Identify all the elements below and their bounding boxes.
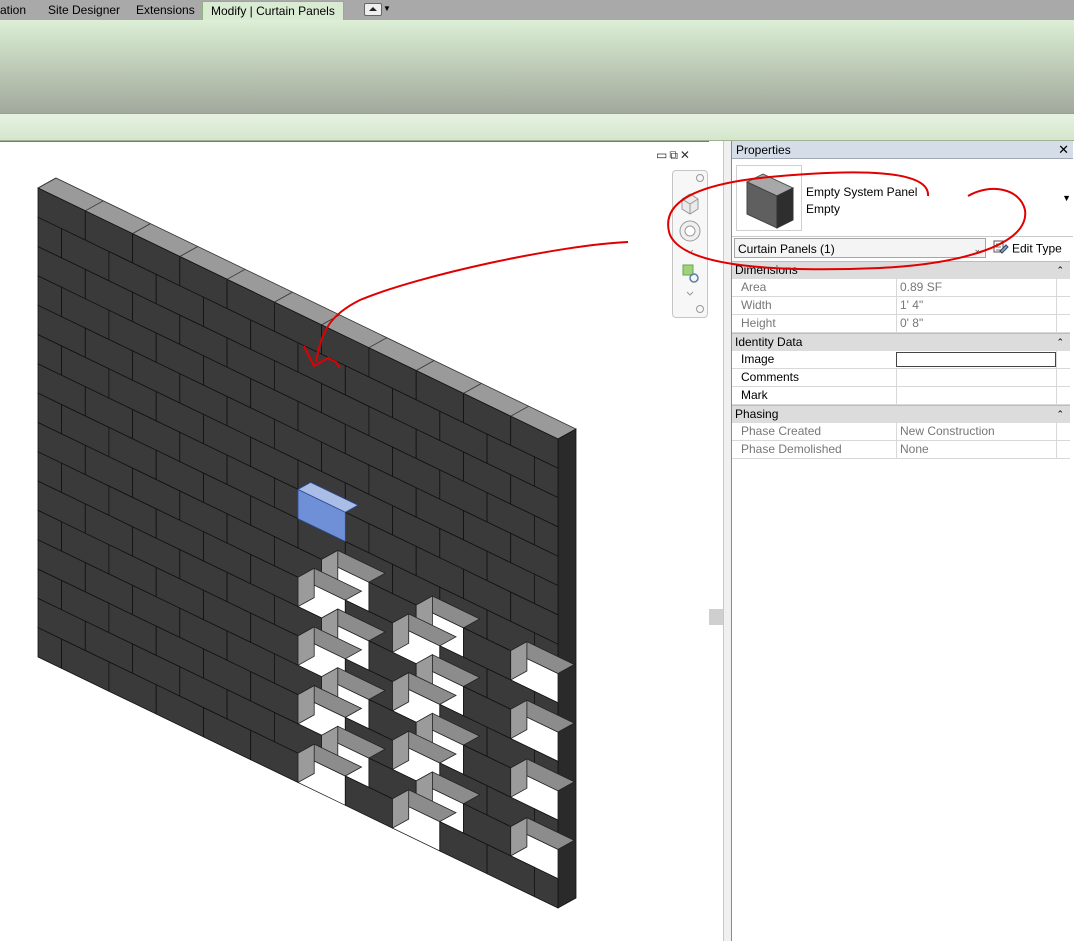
- phase-created-value[interactable]: New Construction: [896, 423, 1056, 440]
- collapse-icon[interactable]: ⌃: [1056, 406, 1064, 423]
- edit-type-button[interactable]: Edit Type: [993, 239, 1062, 257]
- minimize-icon[interactable]: ▭: [656, 148, 669, 162]
- property-row: Width 1' 4": [732, 297, 1070, 315]
- type-subname: Empty: [806, 202, 841, 216]
- steering-wheel-icon: [679, 220, 701, 242]
- ribbon-minimize-icon[interactable]: [364, 3, 382, 16]
- view-window-controls: ▭⧉✕: [656, 148, 692, 163]
- group-label: Dimensions: [735, 263, 798, 277]
- property-label: Width: [741, 298, 772, 312]
- tab-modify-curtain-panels[interactable]: Modify | Curtain Panels: [202, 1, 344, 21]
- options-bar: [0, 114, 1074, 141]
- group-phasing[interactable]: Phasing ⌃: [732, 405, 1070, 423]
- tab-annotation[interactable]: ation: [0, 0, 26, 20]
- edit-type-icon: [993, 239, 1009, 260]
- viewcube-icon: [681, 193, 699, 215]
- ribbon-tab-bar: ation Site Designer Extensions Modify | …: [0, 0, 1074, 21]
- properties-title: Properties ✕: [732, 141, 1073, 159]
- property-row: Image: [732, 351, 1070, 369]
- group-identity-data[interactable]: Identity Data ⌃: [732, 333, 1070, 351]
- 3d-view-canvas[interactable]: [0, 141, 709, 942]
- property-label: Phase Demolished: [741, 442, 842, 456]
- property-label: Comments: [741, 370, 800, 384]
- property-row: Phase Created New Construction: [732, 423, 1070, 441]
- navigation-bar: [672, 170, 708, 318]
- type-name: Empty System Panel: [806, 185, 918, 199]
- property-row: Phase Demolished None: [732, 441, 1070, 459]
- property-label: Height: [741, 316, 776, 330]
- curtain-wall-3d-model[interactable]: [0, 142, 709, 942]
- property-row: Mark: [732, 387, 1070, 405]
- ribbon-panel: [0, 20, 1074, 114]
- close-icon[interactable]: ✕: [680, 148, 692, 162]
- property-label: Area: [741, 280, 767, 294]
- properties-title-label: Properties: [736, 143, 791, 157]
- properties-filter-dropdown[interactable]: Curtain Panels (1) ⌄: [734, 238, 986, 258]
- chevron-down-icon: ⌄: [973, 244, 981, 254]
- mark-field[interactable]: [896, 387, 1056, 404]
- tab-extensions[interactable]: Extensions: [136, 0, 195, 20]
- restore-icon[interactable]: ⧉: [669, 148, 680, 162]
- properties-grid: Dimensions ⌃ Area 0.89 SF Width 1' 4" Heig…: [732, 261, 1070, 459]
- properties-filter-label: Curtain Panels (1): [738, 242, 835, 256]
- property-value: 0.89 SF: [896, 279, 1056, 296]
- zoom-icon: [682, 264, 699, 283]
- scrollbar-thumb[interactable]: [709, 609, 723, 625]
- comments-field[interactable]: [896, 369, 1056, 386]
- property-row: Height 0' 8": [732, 315, 1070, 333]
- chevron-down-icon[interactable]: ▼: [1062, 193, 1071, 203]
- image-field[interactable]: [896, 352, 1056, 367]
- group-dimensions[interactable]: Dimensions ⌃: [732, 261, 1070, 279]
- properties-filter-row: Curtain Panels (1) ⌄ Edit Type: [732, 237, 1073, 263]
- edit-type-label: Edit Type: [1012, 241, 1062, 256]
- panel-thumbnail: [736, 165, 802, 231]
- group-label: Phasing: [735, 407, 779, 421]
- property-row: Area 0.89 SF: [732, 279, 1070, 297]
- tab-site-designer[interactable]: Site Designer: [48, 0, 120, 20]
- collapse-icon[interactable]: ⌃: [1056, 262, 1064, 279]
- type-selector[interactable]: Empty System Panel Empty ▼: [732, 160, 1073, 237]
- close-icon: [696, 174, 704, 182]
- group-label: Identity Data: [735, 335, 803, 349]
- phase-demolished-value[interactable]: None: [896, 441, 1056, 458]
- collapse-icon[interactable]: ⌃: [1056, 334, 1064, 351]
- property-value: 0' 8": [896, 315, 1056, 332]
- properties-palette: Properties ✕ Empty System Panel Empty ▼ …: [731, 141, 1073, 941]
- close-icon[interactable]: ✕: [1058, 141, 1069, 159]
- property-row: Comments: [732, 369, 1070, 387]
- property-label: Mark: [741, 388, 768, 402]
- property-label: Image: [741, 352, 775, 366]
- ribbon-dropdown-icon[interactable]: ▼: [383, 4, 391, 13]
- property-label: Phase Created: [741, 424, 822, 438]
- property-value: 1' 4": [896, 297, 1056, 314]
